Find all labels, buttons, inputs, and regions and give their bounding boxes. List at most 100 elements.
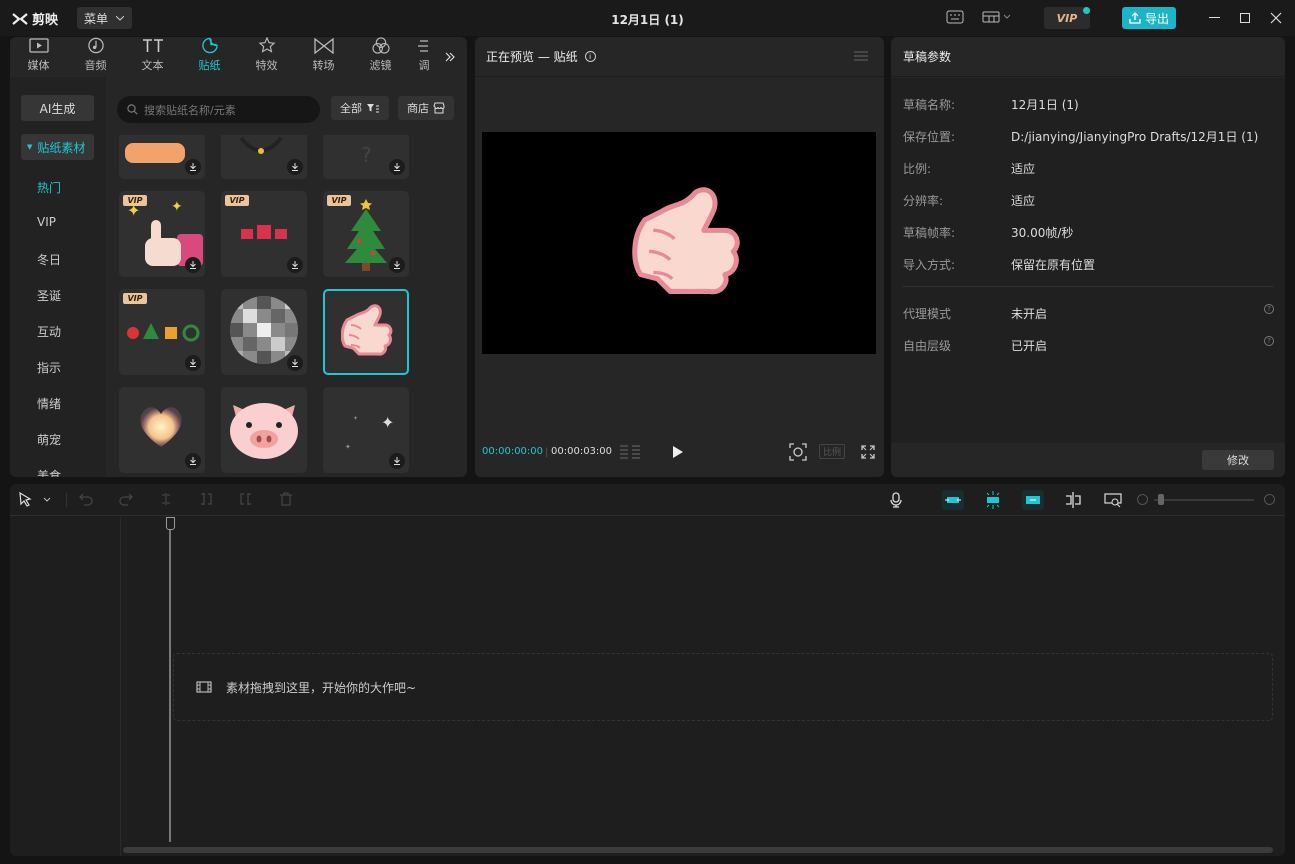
ratio-button[interactable]: 比例 <box>819 444 845 459</box>
text-icon <box>142 39 163 52</box>
tab-filter[interactable]: 滤镜 <box>352 37 409 77</box>
microphone-icon[interactable] <box>890 492 902 508</box>
tab-media[interactable]: 媒体 <box>10 37 67 77</box>
sticker-tile-thumbs-up-selected[interactable] <box>323 289 409 375</box>
download-icon[interactable] <box>287 159 303 175</box>
minimize-icon[interactable] <box>1209 17 1220 18</box>
play-icon[interactable] <box>672 445 684 459</box>
tab-effects[interactable]: 特效 <box>238 37 295 77</box>
zoom-out-icon[interactable] <box>1137 494 1148 505</box>
sticker-tile-thumbs-up-3d[interactable]: VIP ✦ ✦ <box>119 191 205 277</box>
zoom-slider-handle[interactable] <box>1158 494 1164 505</box>
sticker-tile-christmas-tree[interactable]: VIP <box>323 191 409 277</box>
sidebar-item-hot[interactable]: 热门 <box>37 179 61 196</box>
sidebar-item-food[interactable]: 美食 <box>37 467 61 477</box>
tab-audio[interactable]: 音频 <box>67 37 124 77</box>
tab-adjust[interactable]: 调 <box>409 37 439 77</box>
download-icon[interactable] <box>287 355 303 371</box>
sticker-tile-christmas-row[interactable]: VIP <box>119 289 205 375</box>
preview-axis-icon[interactable] <box>1064 492 1082 508</box>
sidebar-item-christmas[interactable]: 圣诞 <box>37 287 61 304</box>
export-button[interactable]: 导出 <box>1122 7 1176 29</box>
waveform-icon[interactable] <box>619 444 641 460</box>
timeline-scrollbar[interactable] <box>123 847 1273 853</box>
store-button[interactable]: 商店 <box>398 96 454 120</box>
focus-icon[interactable] <box>789 443 807 461</box>
drop-zone[interactable]: 素材拖拽到这里，开始你的大作吧~ <box>173 653 1273 721</box>
sticker-tile-sparkles[interactable]: ✦ ✦ ✦ <box>323 387 409 473</box>
sticker-tile[interactable] <box>119 135 205 179</box>
sidebar-item-vip[interactable]: VIP <box>37 215 56 229</box>
tab-text[interactable]: 文本 <box>124 37 181 77</box>
download-icon[interactable] <box>287 257 303 273</box>
sticker-tile-red-text[interactable]: VIP <box>221 191 307 277</box>
tab-sticker[interactable]: 贴纸 <box>181 37 238 77</box>
sticker-tile-heart[interactable] <box>119 387 205 473</box>
prop-label: 比例: <box>903 162 932 176</box>
export-label: 导出 <box>1144 11 1169 26</box>
category-label: 贴纸素材 <box>37 140 86 155</box>
zoom-in-icon[interactable] <box>1264 494 1275 505</box>
maximize-icon[interactable] <box>1240 13 1250 23</box>
split-icon[interactable] <box>159 492 173 506</box>
sticker-tile[interactable]: ? <box>323 135 409 179</box>
sticker-icon <box>201 37 218 54</box>
preview-canvas[interactable] <box>482 132 876 354</box>
download-icon[interactable] <box>389 453 405 469</box>
sticker-tile-pig[interactable] <box>221 387 307 473</box>
playhead-line[interactable] <box>169 517 171 842</box>
sidebar-item-interactive[interactable]: 互动 <box>37 323 61 340</box>
prop-label: 自由层级 <box>903 339 952 353</box>
download-icon[interactable] <box>185 355 201 371</box>
help-icon[interactable]: ? <box>1264 336 1274 346</box>
main-track-magnet-icon[interactable] <box>942 490 964 510</box>
store-icon <box>433 102 445 114</box>
ai-generate-button[interactable]: AI生成 <box>21 95 94 121</box>
sticker-category-button[interactable]: ▼ 贴纸素材 <box>21 134 94 160</box>
playhead-handle[interactable] <box>166 517 175 530</box>
keyboard-icon[interactable] <box>946 10 964 24</box>
preview-panel: 正在预览 — 贴纸 i 00:00:00:00 | 00:00:03:00 比例 <box>475 37 884 477</box>
info-icon[interactable]: i <box>584 51 596 62</box>
download-icon[interactable] <box>185 159 201 175</box>
help-icon[interactable]: ? <box>1264 304 1274 314</box>
download-icon[interactable] <box>389 159 405 175</box>
fullscreen-icon[interactable] <box>861 445 875 459</box>
sidebar-item-emotion[interactable]: 情绪 <box>37 395 61 412</box>
download-icon[interactable] <box>389 257 405 273</box>
download-icon[interactable] <box>185 257 201 273</box>
delete-icon[interactable] <box>279 492 293 506</box>
layout-icon[interactable] <box>982 10 1012 24</box>
zoom-fit-icon[interactable] <box>1104 492 1122 508</box>
redo-icon[interactable] <box>119 492 133 506</box>
select-tool-icon[interactable] <box>18 492 52 508</box>
undo-icon[interactable] <box>79 492 93 506</box>
mosaic-ball-icon <box>230 296 298 364</box>
preview-menu-icon[interactable] <box>854 51 868 61</box>
menu-button[interactable]: 菜单 <box>77 7 132 29</box>
sidebar-item-winter[interactable]: 冬日 <box>37 251 61 268</box>
auto-snap-icon[interactable] <box>982 490 1004 510</box>
split-right-icon[interactable] <box>239 492 253 506</box>
modify-button[interactable]: 修改 <box>1202 450 1274 470</box>
split-left-icon[interactable] <box>199 492 213 506</box>
linkage-icon[interactable] <box>1022 490 1044 510</box>
close-icon[interactable] <box>1270 12 1282 24</box>
download-icon[interactable] <box>185 453 201 469</box>
sticker-search-input[interactable]: 搜索贴纸名称/元素 <box>117 96 320 123</box>
sticker-tile-mosaic[interactable] <box>221 289 307 375</box>
tab-transition[interactable]: 转场 <box>295 37 352 77</box>
filter-all-button[interactable]: 全部 <box>331 96 389 120</box>
sticker-tile[interactable] <box>221 135 307 179</box>
library-panel: 媒体 音频 文本 贴纸 特效 转场 滤镜 调 AI生成 ▼ 贴纸素材 热门 VI… <box>10 37 467 477</box>
properties-header: 草稿参数 <box>891 37 1285 77</box>
glowing-heart-icon <box>140 407 182 447</box>
zoom-slider[interactable] <box>1154 499 1254 501</box>
tab-label: 转场 <box>312 59 335 72</box>
prop-label: 草稿帧率: <box>903 226 956 240</box>
sticker-bubble <box>125 143 185 163</box>
sidebar-item-pets[interactable]: 萌宠 <box>37 431 61 448</box>
tabs-more-icon[interactable] <box>439 37 455 77</box>
search-icon <box>127 104 138 115</box>
sidebar-item-pointer[interactable]: 指示 <box>37 359 61 376</box>
